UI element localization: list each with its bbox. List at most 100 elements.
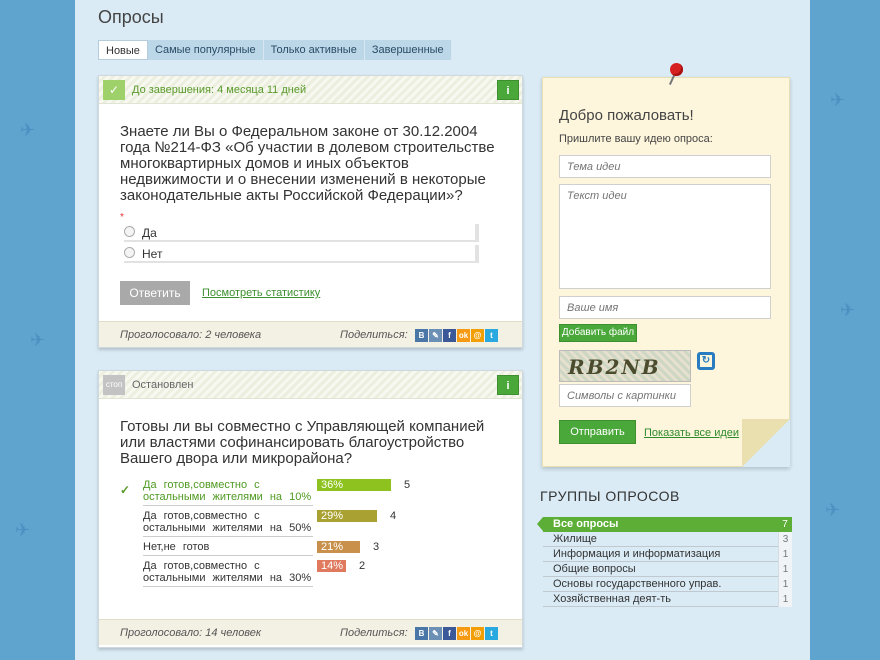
group-housing[interactable]: Жилище 3 bbox=[543, 532, 792, 547]
show-all-ideas-link[interactable]: Показать все идеи bbox=[644, 427, 739, 439]
poll-footer: Проголосовало: 2 человека Поделиться: В … bbox=[99, 321, 522, 347]
bird-pattern-icon: ✈ bbox=[825, 500, 841, 520]
result-row: Да готов,совместно с остальными жителями… bbox=[120, 510, 400, 537]
voted-check-icon: ✓ bbox=[120, 483, 131, 497]
bird-pattern-icon: ✈ bbox=[840, 300, 856, 320]
group-label: Все опросы bbox=[553, 518, 619, 530]
bird-pattern-icon: ✈ bbox=[20, 120, 36, 140]
result-count: 5 bbox=[404, 479, 411, 491]
groups-title: ГРУППЫ ОПРОСОВ bbox=[540, 488, 680, 504]
info-icon[interactable]: i bbox=[497, 375, 519, 395]
social-share-bar: В ✎ f ok @ t bbox=[415, 627, 498, 640]
pin-needle bbox=[668, 75, 676, 85]
livejournal-icon[interactable]: ✎ bbox=[429, 627, 442, 640]
tab-finished[interactable]: Завершенные bbox=[364, 40, 452, 60]
vote-count: Проголосовало: 14 человек bbox=[120, 627, 262, 639]
welcome-title: Добро пожаловать! bbox=[559, 107, 694, 124]
poll-card: стоп Остановлен i Готовы ли вы совместно… bbox=[98, 370, 523, 648]
refresh-captcha-icon[interactable]: ↻ bbox=[697, 352, 715, 370]
tab-popular[interactable]: Самые популярные bbox=[147, 40, 264, 60]
odnoklassniki-icon[interactable]: ok bbox=[457, 627, 470, 640]
twitter-icon[interactable]: t bbox=[485, 627, 498, 640]
radio-button[interactable] bbox=[124, 226, 135, 237]
check-icon: ✓ bbox=[103, 80, 125, 100]
group-count: 1 bbox=[778, 592, 792, 607]
poll-footer: Проголосовало: 14 человек Поделиться: В … bbox=[99, 619, 522, 645]
result-label: Да готов,совместно с остальными жителями… bbox=[143, 510, 313, 537]
result-row: ✓ Да готов,совместно с остальными жителя… bbox=[120, 479, 410, 506]
group-count: 7 bbox=[778, 517, 792, 532]
submit-button[interactable]: Отправить bbox=[559, 420, 636, 444]
name-input[interactable] bbox=[559, 296, 771, 319]
group-label: Жилище bbox=[553, 533, 597, 545]
vk-icon[interactable]: В bbox=[415, 627, 428, 640]
poll-header: ✓ До завершения: 4 месяца 11 дней i bbox=[99, 76, 522, 104]
poll-status: До завершения: 4 месяца 11 дней bbox=[132, 84, 307, 96]
group-government[interactable]: Основы государственного управ. 1 bbox=[543, 577, 792, 592]
result-label: Да готов,совместно с остальными жителями… bbox=[143, 560, 313, 587]
group-label: Общие вопросы bbox=[553, 563, 636, 575]
tab-active[interactable]: Только активные bbox=[263, 40, 365, 60]
group-label: Основы государственного управ. bbox=[553, 578, 722, 590]
poll-header: стоп Остановлен i bbox=[99, 371, 522, 399]
page-title: Опросы bbox=[98, 7, 164, 27]
captcha-image: RB2NB bbox=[559, 350, 691, 382]
page-curl bbox=[742, 419, 790, 467]
idea-prompt: Пришлите вашу идею опроса: bbox=[559, 133, 713, 145]
group-count: 1 bbox=[778, 577, 792, 592]
group-all[interactable]: Все опросы 7 bbox=[537, 517, 792, 532]
info-icon[interactable]: i bbox=[497, 80, 519, 100]
odnoklassniki-icon[interactable]: ok bbox=[457, 329, 470, 342]
group-count: 1 bbox=[778, 562, 792, 577]
vote-count: Проголосовало: 2 человека bbox=[120, 329, 262, 341]
share-label: Поделиться: bbox=[340, 627, 408, 639]
group-economy[interactable]: Хозяйственная деят-ть 1 bbox=[543, 592, 792, 607]
bird-pattern-icon: ✈ bbox=[15, 520, 31, 540]
vk-icon[interactable]: В bbox=[415, 329, 428, 342]
result-bar: 21% bbox=[317, 541, 360, 553]
group-information[interactable]: Информация и информатизация 1 bbox=[543, 547, 792, 562]
option-label: Да bbox=[142, 226, 157, 240]
poll-option[interactable]: Да bbox=[124, 224, 479, 242]
stop-icon: стоп bbox=[103, 375, 125, 395]
idea-text-input[interactable] bbox=[559, 184, 771, 289]
view-stats-link[interactable]: Посмотреть статистику bbox=[202, 287, 320, 299]
result-count: 2 bbox=[359, 560, 366, 572]
bird-pattern-icon: ✈ bbox=[830, 90, 846, 110]
facebook-icon[interactable]: f bbox=[443, 627, 456, 640]
pushpin-icon bbox=[670, 63, 683, 76]
group-count: 1 bbox=[778, 547, 792, 562]
captcha-input[interactable] bbox=[559, 384, 691, 407]
tab-new[interactable]: Новые bbox=[98, 40, 148, 60]
result-bar: 29% bbox=[317, 510, 377, 522]
content-area: Опросы Новые Самые популярные Только акт… bbox=[75, 0, 810, 660]
poll-tabs: Новые Самые популярные Только активные З… bbox=[98, 40, 452, 60]
group-label: Хозяйственная деят-ть bbox=[553, 593, 671, 605]
poll-question: Готовы ли вы совместно с Управляющей ком… bbox=[120, 418, 485, 467]
answer-button[interactable]: Ответить bbox=[120, 281, 190, 305]
add-file-button[interactable]: Добавить файл bbox=[559, 324, 637, 342]
result-bar: 36% bbox=[317, 479, 391, 491]
poll-question: Знаете ли Вы о Федеральном законе от 30.… bbox=[120, 123, 495, 204]
poll-card: ✓ До завершения: 4 месяца 11 дней i Знае… bbox=[98, 75, 523, 348]
group-label: Информация и информатизация bbox=[553, 548, 721, 560]
result-label: Да готов,совместно с остальными жителями… bbox=[143, 479, 313, 506]
result-bar: 14% bbox=[317, 560, 346, 572]
poll-groups-list: Все опросы 7 Жилище 3 Информация и инфор… bbox=[537, 517, 792, 607]
twitter-icon[interactable]: t bbox=[485, 329, 498, 342]
idea-topic-input[interactable] bbox=[559, 155, 771, 178]
social-share-bar: В ✎ f ok @ t bbox=[415, 329, 498, 342]
result-count: 4 bbox=[390, 510, 397, 522]
poll-status: Остановлен bbox=[132, 379, 194, 391]
required-mark: * bbox=[120, 212, 124, 223]
facebook-icon[interactable]: f bbox=[443, 329, 456, 342]
poll-option[interactable]: Нет bbox=[124, 245, 479, 263]
radio-button[interactable] bbox=[124, 247, 135, 258]
idea-form-note: Добро пожаловать! Пришлите вашу идею опр… bbox=[542, 63, 790, 467]
group-general[interactable]: Общие вопросы 1 bbox=[543, 562, 792, 577]
option-label: Нет bbox=[142, 247, 163, 261]
mailru-icon[interactable]: @ bbox=[471, 329, 484, 342]
mailru-icon[interactable]: @ bbox=[471, 627, 484, 640]
livejournal-icon[interactable]: ✎ bbox=[429, 329, 442, 342]
bird-pattern-icon: ✈ bbox=[30, 330, 46, 350]
